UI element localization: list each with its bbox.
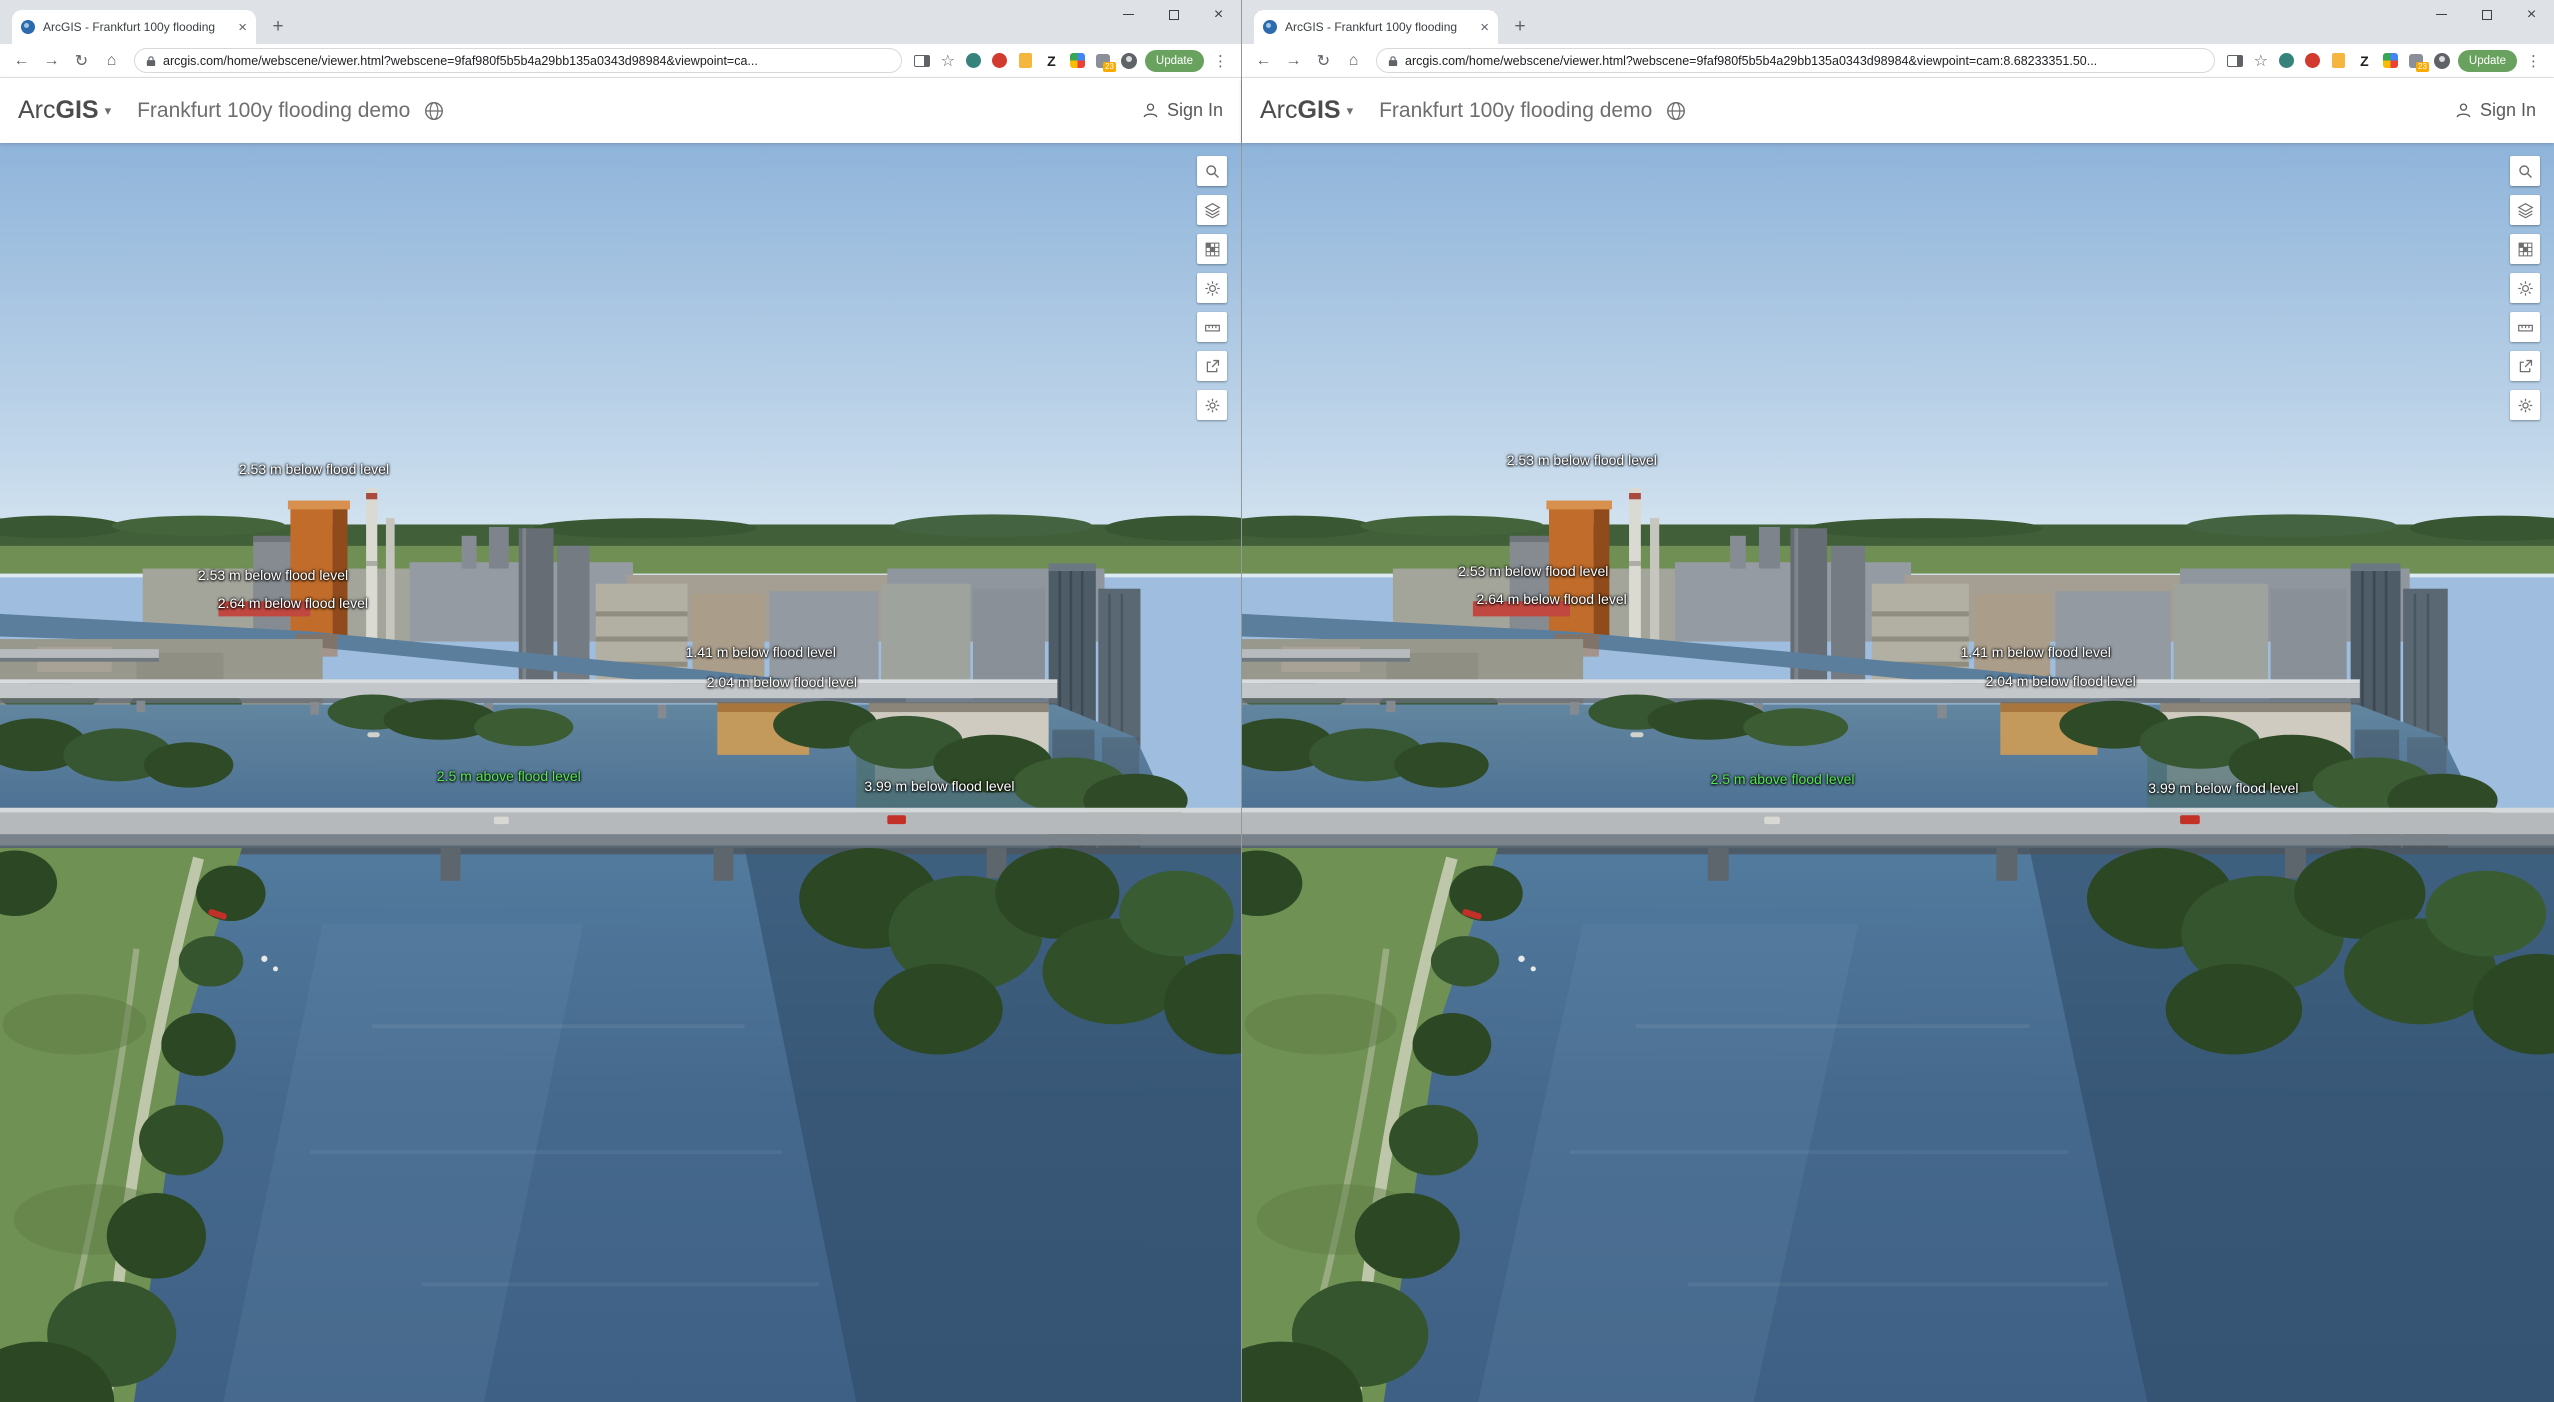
arcgis-header: ArcGIS ▾ Frankfurt 100y flooding demo Si… xyxy=(1242,78,2554,143)
chevron-down-icon[interactable]: ▾ xyxy=(105,103,112,119)
url-text: arcgis.com/home/webscene/viewer.html?web… xyxy=(1405,54,2203,68)
browser-tab[interactable]: ArcGIS - Frankfurt 100y flooding × xyxy=(1254,10,1498,44)
browser-tab[interactable]: ArcGIS - Frankfurt 100y flooding × xyxy=(12,10,256,44)
extension-icon[interactable] xyxy=(2328,50,2349,71)
extension-icon[interactable]: Z xyxy=(1041,50,1062,71)
browser-window-left: ArcGIS - Frankfurt 100y flooding × + × ←… xyxy=(0,0,1241,1402)
forward-icon[interactable]: → xyxy=(39,48,64,73)
scene-canvas[interactable] xyxy=(0,143,1241,1402)
sign-in-button[interactable]: Sign In xyxy=(2454,100,2536,121)
person-icon xyxy=(1141,101,1160,120)
search-tool-button[interactable] xyxy=(2510,156,2540,186)
browser-menu-icon[interactable]: ⋮ xyxy=(2522,52,2545,70)
minimize-button[interactable] xyxy=(1106,0,1151,29)
address-bar[interactable]: arcgis.com/home/webscene/viewer.html?web… xyxy=(1376,48,2215,73)
bookmark-star-icon[interactable]: ☆ xyxy=(2251,51,2271,71)
chevron-down-icon[interactable]: ▾ xyxy=(1347,103,1354,119)
back-icon[interactable]: ← xyxy=(1251,48,1276,73)
browser-toolbar: ← → ↻ ⌂ arcgis.com/home/webscene/viewer.… xyxy=(1242,44,2554,78)
minimize-button[interactable] xyxy=(2419,0,2464,29)
new-tab-button[interactable]: + xyxy=(1508,10,1532,44)
daylight-tool-button[interactable] xyxy=(2510,273,2540,303)
tab-title: ArcGIS - Frankfurt 100y flooding xyxy=(43,20,230,34)
extension-icon[interactable]: 23 xyxy=(1093,50,1114,71)
scene-viewport[interactable]: 2.53 m below flood level2.53 m below flo… xyxy=(1242,143,2554,1402)
home-icon[interactable]: ⌂ xyxy=(99,48,124,73)
new-tab-button[interactable]: + xyxy=(266,10,290,44)
reload-icon[interactable]: ↻ xyxy=(1311,48,1336,73)
sign-in-button[interactable]: Sign In xyxy=(1141,100,1223,121)
browser-window-right: ArcGIS - Frankfurt 100y flooding × + × ←… xyxy=(1241,0,2554,1402)
webscene-3d-view[interactable] xyxy=(1242,143,2554,1402)
arcgis-favicon-icon xyxy=(21,20,35,34)
share-tool-button[interactable] xyxy=(1197,351,1227,381)
arcgis-favicon-icon xyxy=(1263,20,1277,34)
tab-strip: ArcGIS - Frankfurt 100y flooding × + × xyxy=(1242,0,2554,44)
chrome-update-button[interactable]: Update xyxy=(1145,50,1204,72)
browser-menu-icon[interactable]: ⋮ xyxy=(1209,52,1232,70)
extension-icon[interactable]: Z xyxy=(2354,50,2375,71)
home-icon[interactable]: ⌂ xyxy=(1341,48,1366,73)
extension-icon[interactable] xyxy=(1067,50,1088,71)
tab-close-icon[interactable]: × xyxy=(238,20,247,35)
lock-icon xyxy=(1388,55,1398,67)
arcgis-logo[interactable]: ArcGIS xyxy=(1260,96,1341,125)
scene-tool-stack xyxy=(2510,156,2540,420)
webscene-3d-view[interactable] xyxy=(0,143,1241,1402)
search-tool-button[interactable] xyxy=(1197,156,1227,186)
maximize-button[interactable] xyxy=(2464,0,2509,29)
layers-tool-button[interactable] xyxy=(2510,195,2540,225)
share-tool-button[interactable] xyxy=(2510,351,2540,381)
scene-canvas[interactable] xyxy=(1242,143,2554,1402)
extension-icon[interactable] xyxy=(2276,50,2297,71)
arcgis-logo[interactable]: ArcGIS xyxy=(18,96,99,125)
tab-strip: ArcGIS - Frankfurt 100y flooding × + × xyxy=(0,0,1241,44)
scene-title: Frankfurt 100y flooding demo xyxy=(1379,99,1652,123)
settings-tool-button[interactable] xyxy=(1197,390,1227,420)
extension-icon[interactable] xyxy=(1015,50,1036,71)
extension-badge: 23 xyxy=(1103,62,1116,72)
window-close-button[interactable]: × xyxy=(1196,0,1241,29)
bookmark-star-icon[interactable]: ☆ xyxy=(938,51,958,71)
daylight-tool-button[interactable] xyxy=(1197,273,1227,303)
address-bar[interactable]: arcgis.com/home/webscene/viewer.html?web… xyxy=(134,48,902,73)
tab-close-icon[interactable]: × xyxy=(1480,20,1489,35)
scene-tool-stack xyxy=(1197,156,1227,420)
extension-icon[interactable] xyxy=(989,50,1010,71)
window-controls: × xyxy=(2419,0,2554,29)
back-icon[interactable]: ← xyxy=(9,48,34,73)
basemap-tool-button[interactable] xyxy=(1197,234,1227,264)
side-panel-icon[interactable] xyxy=(2225,50,2246,71)
profile-avatar-icon[interactable] xyxy=(1119,50,1140,71)
extension-icon[interactable]: 23 xyxy=(2406,50,2427,71)
url-text: arcgis.com/home/webscene/viewer.html?web… xyxy=(163,54,890,68)
scene-viewport[interactable]: 2.53 m below flood level2.53 m below flo… xyxy=(0,143,1241,1402)
extension-icon[interactable] xyxy=(2302,50,2323,71)
maximize-button[interactable] xyxy=(1151,0,1196,29)
reload-icon[interactable]: ↻ xyxy=(69,48,94,73)
extension-badge: 23 xyxy=(2416,62,2429,72)
globe-icon[interactable] xyxy=(1665,100,1687,122)
lock-icon xyxy=(146,55,156,67)
side-panel-icon[interactable] xyxy=(912,50,933,71)
extension-icon[interactable] xyxy=(963,50,984,71)
layers-tool-button[interactable] xyxy=(1197,195,1227,225)
globe-icon[interactable] xyxy=(423,100,445,122)
scene-title: Frankfurt 100y flooding demo xyxy=(137,99,410,123)
tab-title: ArcGIS - Frankfurt 100y flooding xyxy=(1285,20,1472,34)
chrome-update-button[interactable]: Update xyxy=(2458,50,2517,72)
window-controls: × xyxy=(1106,0,1241,29)
settings-tool-button[interactable] xyxy=(2510,390,2540,420)
browser-toolbar: ← → ↻ ⌂ arcgis.com/home/webscene/viewer.… xyxy=(0,44,1241,78)
window-close-button[interactable]: × xyxy=(2509,0,2554,29)
basemap-tool-button[interactable] xyxy=(2510,234,2540,264)
person-icon xyxy=(2454,101,2473,120)
desktop: ArcGIS - Frankfurt 100y flooding × + × ←… xyxy=(0,0,2554,1402)
arcgis-header: ArcGIS ▾ Frankfurt 100y flooding demo Si… xyxy=(0,78,1241,143)
forward-icon[interactable]: → xyxy=(1281,48,1306,73)
measure-tool-button[interactable] xyxy=(1197,312,1227,342)
measure-tool-button[interactable] xyxy=(2510,312,2540,342)
profile-avatar-icon[interactable] xyxy=(2432,50,2453,71)
extension-icon[interactable] xyxy=(2380,50,2401,71)
